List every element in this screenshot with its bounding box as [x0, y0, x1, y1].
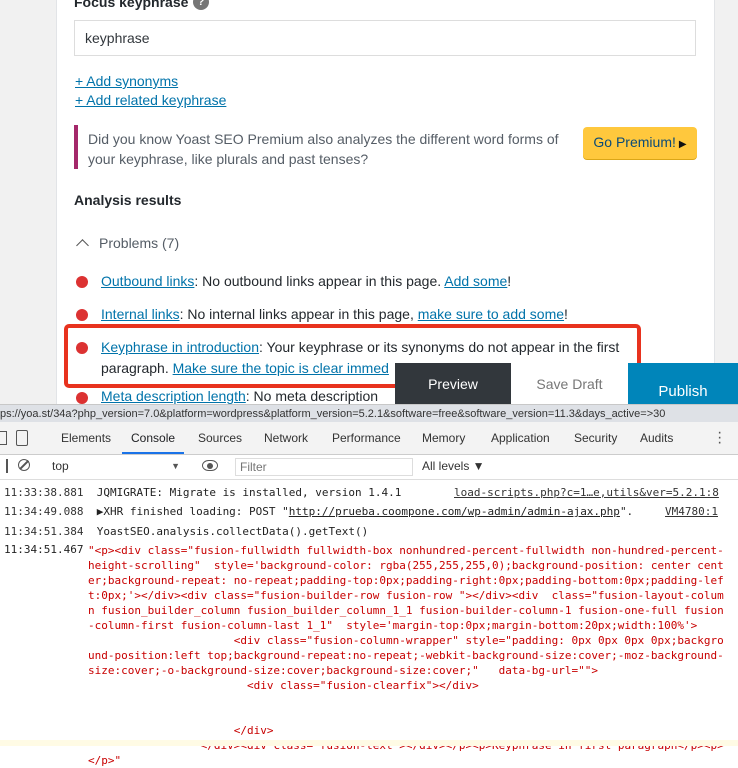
- tab-elements[interactable]: Elements: [61, 422, 111, 454]
- publish-button[interactable]: Publish: [628, 363, 738, 405]
- result-internal-links: Internal links: No internal links appear…: [101, 304, 568, 325]
- console-message: 11:34:49.088 ▶XHR finished loading: POST…: [4, 505, 634, 518]
- console-output: 11:33:38.881 JQMIGRATE: Migrate is insta…: [0, 480, 738, 767]
- premium-notice-text: Did you know Yoast SEO Premium also anal…: [88, 131, 559, 167]
- console-prompt-strip: [0, 740, 738, 746]
- tab-sources[interactable]: Sources: [198, 422, 242, 454]
- result-title-link[interactable]: Internal links: [101, 306, 180, 322]
- problem-bullet-icon: [76, 276, 88, 288]
- log-levels-select[interactable]: All levels ▼: [422, 458, 485, 475]
- result-title-link[interactable]: Outbound links: [101, 273, 194, 289]
- result-action-link[interactable]: make sure to add some: [418, 306, 564, 322]
- sidebar-toggle-icon[interactable]: [0, 459, 8, 473]
- problem-bullet-icon: [76, 309, 88, 321]
- result-action-link[interactable]: Add some: [444, 273, 507, 289]
- device-toolbar-icon[interactable]: [16, 430, 28, 446]
- focus-keyphrase-input[interactable]: [74, 20, 696, 56]
- go-premium-button[interactable]: Go Premium! ▶: [583, 127, 697, 159]
- console-filter-input[interactable]: [235, 458, 413, 476]
- clear-console-icon[interactable]: [18, 459, 30, 471]
- console-source-link[interactable]: load-scripts.php?c=1…e,utils&ver=5.2.1:8: [454, 486, 719, 499]
- console-source-link[interactable]: VM4780:1: [665, 505, 718, 518]
- result-outbound-links: Outbound links: No outbound links appear…: [101, 271, 511, 292]
- eye-icon[interactable]: [202, 460, 218, 471]
- caret-right-icon: ▶: [678, 139, 687, 150]
- tab-console[interactable]: Console: [122, 422, 185, 454]
- add-synonyms-link[interactable]: + Add synonyms: [75, 73, 178, 89]
- yoast-seo-panel: Focus keyphrase ? + Add synonyms + Add r…: [0, 0, 738, 405]
- tab-security[interactable]: Security: [574, 422, 617, 454]
- problems-toggle[interactable]: Problems (7): [74, 235, 180, 252]
- console-message: 11:33:38.881 JQMIGRATE: Migrate is insta…: [4, 486, 402, 499]
- tab-memory[interactable]: Memory: [422, 422, 465, 454]
- result-text: : No meta description: [245, 388, 379, 404]
- chevron-up-icon: [76, 239, 89, 252]
- focus-keyphrase-label: Focus keyphrase: [74, 0, 189, 10]
- add-related-keyphrase-link[interactable]: + Add related keyphrase: [75, 92, 226, 108]
- problems-label: Problems (7): [99, 235, 180, 251]
- tab-network[interactable]: Network: [264, 422, 308, 454]
- status-url-bar: ps://yoa.st/34a?php_version=7.0&platform…: [0, 404, 738, 423]
- go-premium-label: Go Premium!: [593, 134, 676, 150]
- dropdown-arrow-icon: ▼: [171, 461, 180, 471]
- devtools-panel: Elements Console Sources Network Perform…: [0, 422, 738, 767]
- console-toolbar: top ▼ All levels ▼: [0, 455, 738, 480]
- devtools-tabbar: Elements Console Sources Network Perform…: [0, 422, 738, 455]
- result-text: : No outbound links appear in this page.: [194, 273, 445, 289]
- tab-application[interactable]: Application: [491, 422, 550, 454]
- result-tail: !: [564, 306, 568, 322]
- tab-audits[interactable]: Audits: [640, 422, 673, 454]
- inspect-element-icon[interactable]: [0, 431, 7, 445]
- problem-bullet-icon: [76, 392, 88, 404]
- result-text: : No internal links appear in this page,: [179, 306, 418, 322]
- tab-performance[interactable]: Performance: [332, 422, 401, 454]
- console-message: 11:34:51.384 YoastSEO.analysis.collectDa…: [4, 525, 369, 538]
- save-draft-button[interactable]: Save Draft: [511, 363, 628, 405]
- console-result-string: "<p><div class="fusion-fullwidth fullwid…: [88, 544, 724, 767]
- result-tail: !: [507, 273, 512, 289]
- xhr-url-link[interactable]: http://prueba.coompone.com/wp-admin/admi…: [289, 505, 620, 518]
- console-timestamp: 11:34:51.467: [4, 543, 84, 556]
- preview-button[interactable]: Preview: [395, 363, 511, 405]
- result-meta-description: Meta description length: No meta descrip…: [101, 386, 378, 405]
- context-value: top: [52, 459, 69, 473]
- more-options-icon[interactable]: · · ·: [717, 425, 722, 451]
- result-title-link[interactable]: Meta description length: [101, 388, 246, 404]
- context-select[interactable]: top ▼: [52, 458, 182, 475]
- analysis-results-heading: Analysis results: [74, 192, 182, 208]
